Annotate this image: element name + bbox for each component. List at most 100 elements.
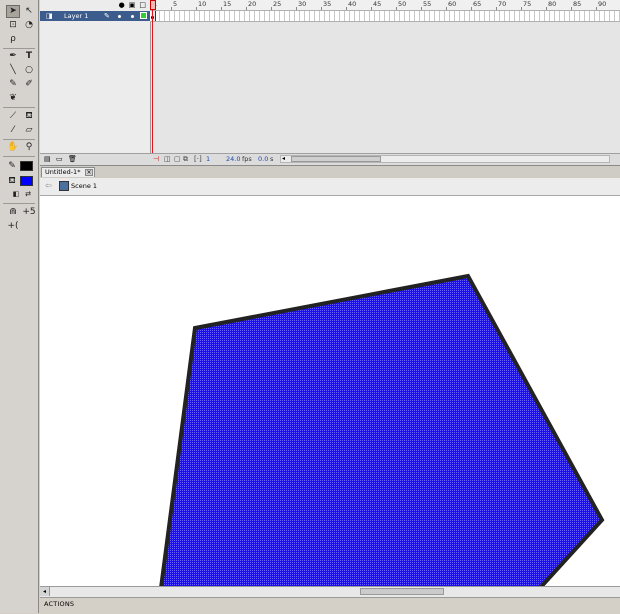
oval-tool-icon[interactable]: ○ [22, 64, 36, 77]
scene-label[interactable]: Scene 1 [71, 182, 97, 191]
delete-layer-icon[interactable]: 🗑 [68, 155, 77, 163]
document-tab[interactable]: Untitled-1* × [41, 167, 95, 177]
stroke-color-icon[interactable]: ✎ [5, 160, 19, 173]
stage-scrollbar[interactable]: ◂ [40, 586, 620, 597]
eyedropper-tool-icon[interactable]: ⁄ [6, 124, 20, 137]
toolbox-divider [3, 156, 35, 157]
frame-ruler[interactable]: 15101520253035404550556065707580859095 [150, 0, 620, 11]
3d-rotation-tool-icon[interactable]: ◔ [22, 19, 36, 32]
ruler-tick [471, 7, 472, 10]
ruler-frame-number: 5 [173, 0, 178, 8]
fps-unit: fps [242, 155, 252, 163]
scene-icon [59, 181, 69, 191]
ruler-tick [196, 7, 197, 10]
pencil-tool-icon[interactable]: ✎ [6, 78, 20, 91]
new-layer-icon[interactable]: ▤ [44, 155, 51, 163]
ruler-frame-number: 65 [473, 0, 482, 8]
stage-canvas [159, 273, 605, 586]
stage-scroll-thumb[interactable] [360, 588, 444, 595]
smooth-icon[interactable]: +5 [22, 206, 36, 219]
brush-tool-icon[interactable]: ✐ [22, 78, 36, 91]
outline-color-square[interactable] [140, 12, 147, 19]
lock-dot[interactable] [131, 15, 134, 18]
tools-panel: ➤ ↖ ⊡ ◔ ρ ✒ T ╲ ○ ✎ ✐ ❦ ⟋ ⛾ ⁄ ▱ ✋ ⚲ ✎ ⛾ … [0, 0, 39, 613]
toolbox-divider [3, 107, 35, 108]
subselection-tool-icon[interactable]: ↖ [22, 5, 36, 18]
new-folder-icon[interactable]: ▭ [56, 155, 63, 163]
playhead[interactable] [150, 0, 156, 10]
elapsed-time-readout: 0.0 [258, 155, 269, 163]
onion-outline-icon[interactable]: ▢ [174, 155, 181, 164]
ruler-tick [521, 7, 522, 10]
center-frame-icon[interactable]: ⊣ [153, 155, 159, 164]
ruler-frame-number: 25 [273, 0, 282, 8]
frame-rate-readout[interactable]: 24.0 [226, 155, 240, 164]
ruler-frame-number: 10 [198, 0, 207, 8]
onion-skin-icon[interactable]: ◫ [164, 155, 171, 164]
fill-color-icon[interactable]: ⛾ [5, 175, 19, 188]
scroll-left-arrow-icon[interactable]: ◂ [40, 587, 50, 596]
edit-multiple-frames-icon[interactable]: ⧉ [183, 155, 188, 164]
ruler-frame-number: 60 [448, 0, 457, 8]
timeline-panel: ● ▣ □ ◨ Layer 1 ✎ ▤ ▭ 🗑 1510152025303540… [40, 0, 620, 165]
outline-square-icon[interactable]: □ [139, 0, 146, 10]
selection-tool-icon[interactable]: ➤ [6, 5, 20, 18]
swap-colors-icon[interactable]: ⇄ [21, 188, 35, 201]
ruler-frame-number: 30 [298, 0, 307, 8]
frame-cells[interactable] [150, 11, 620, 22]
ruler-frame-number: 55 [423, 0, 432, 8]
pen-tool-icon[interactable]: ✒ [6, 50, 20, 63]
selected-polygon-shape[interactable] [159, 273, 605, 586]
ruler-tick [596, 7, 597, 10]
eye-icon[interactable]: ● [119, 0, 125, 10]
ruler-tick [546, 7, 547, 10]
layer-controls-bar: ▤ ▭ 🗑 [40, 153, 150, 165]
paint-bucket-tool-icon[interactable]: ⛾ [22, 110, 36, 123]
close-tab-icon[interactable]: × [85, 169, 93, 176]
ruler-tick [221, 7, 222, 10]
layer-name[interactable]: Layer 1 [64, 11, 88, 21]
ruler-tick [346, 7, 347, 10]
line-tool-icon[interactable]: ╲ [6, 64, 20, 77]
ruler-frame-number: 85 [573, 0, 582, 8]
timeline-scroll-thumb[interactable] [291, 156, 381, 162]
timeline-scrollbar[interactable]: ◂ [280, 155, 610, 163]
timeline-status-bar: ⊣ ◫ ▢ ⧉ [·] 1 24.0 fps 0.0 s ◂ [150, 153, 620, 165]
modify-markers-icon[interactable]: [·] [194, 155, 202, 164]
ruler-frame-number: 75 [523, 0, 532, 8]
layer-list: ● ▣ □ ◨ Layer 1 ✎ ▤ ▭ 🗑 [40, 0, 151, 165]
zoom-tool-icon[interactable]: ⚲ [22, 141, 36, 154]
visibility-dot[interactable] [118, 15, 121, 18]
straighten-icon[interactable]: +( [6, 220, 20, 233]
ruler-tick [446, 7, 447, 10]
lasso-tool-icon[interactable]: ρ [6, 33, 20, 46]
layer-row[interactable]: ◨ Layer 1 ✎ [40, 11, 150, 21]
frames-area[interactable]: 15101520253035404550556065707580859095 ⊣… [150, 0, 620, 165]
free-transform-tool-icon[interactable]: ⊡ [6, 19, 20, 32]
eraser-tool-icon[interactable]: ▱ [22, 124, 36, 137]
back-arrow-icon[interactable]: ⇦ [45, 181, 52, 190]
ruler-tick [496, 7, 497, 10]
ruler-tick [321, 7, 322, 10]
text-tool-icon[interactable]: T [22, 50, 36, 63]
actions-panel[interactable]: ACTIONS [40, 597, 620, 614]
actions-panel-label[interactable]: ACTIONS [44, 600, 74, 609]
fill-color-swatch[interactable] [20, 176, 33, 186]
ruler-tick [171, 7, 172, 10]
ruler-tick [296, 7, 297, 10]
layer-header-icons: ● ▣ □ [119, 0, 146, 10]
hand-tool-icon[interactable]: ✋ [6, 141, 20, 154]
ruler-frame-number: 45 [373, 0, 382, 8]
edit-bar: ⇦ Scene 1 [40, 178, 620, 196]
lock-icon[interactable]: ▣ [129, 0, 136, 10]
current-frame-readout: 1 [206, 155, 211, 163]
scroll-left-arrow-icon[interactable]: ◂ [282, 155, 285, 162]
stroke-color-swatch[interactable] [20, 161, 33, 171]
edit-pencil-icon: ✎ [104, 12, 110, 20]
bone-tool-icon[interactable]: ⟋ [6, 110, 20, 123]
stage[interactable] [40, 196, 620, 586]
deco-tool-icon[interactable]: ❦ [6, 92, 20, 105]
ruler-tick [571, 7, 572, 10]
snap-to-objects-icon[interactable]: ⋒ [6, 206, 20, 219]
ruler-frame-number: 35 [323, 0, 332, 8]
